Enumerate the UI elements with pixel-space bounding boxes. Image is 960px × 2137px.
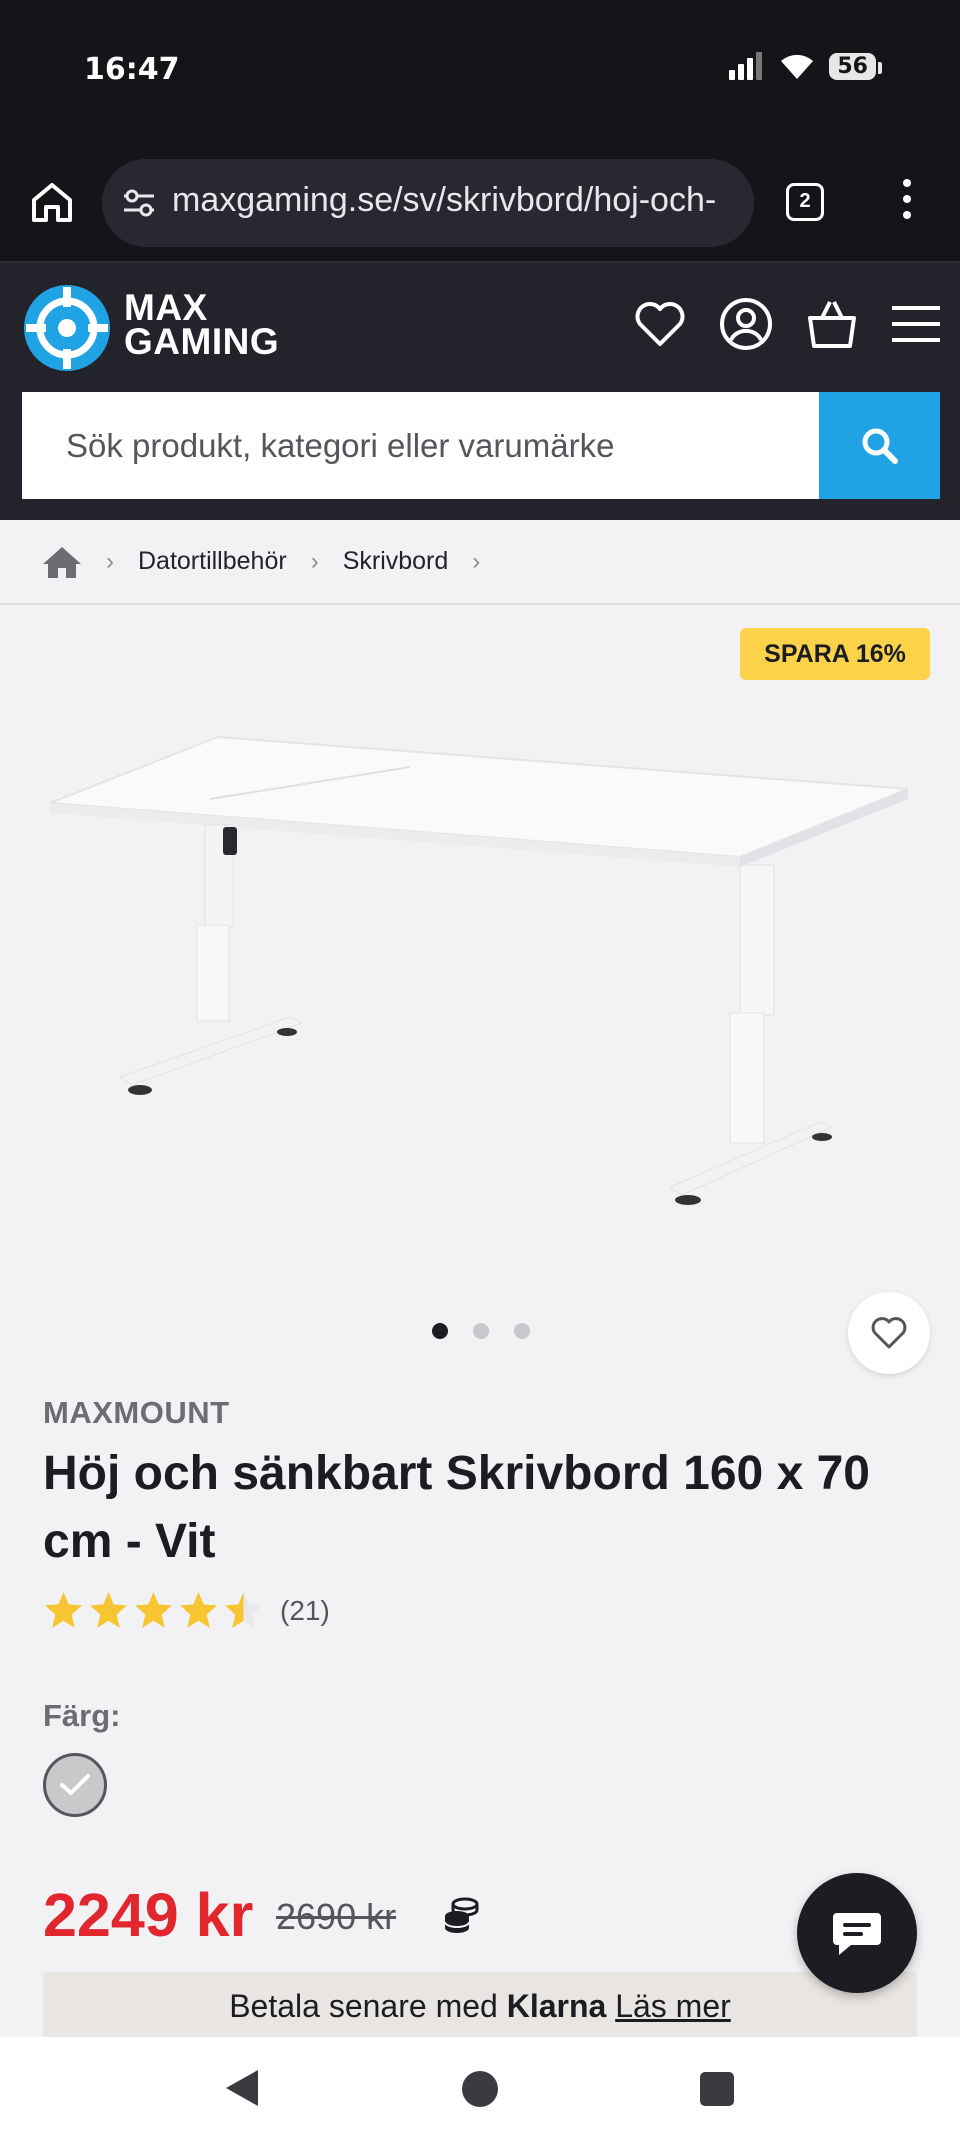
system-navigation-bar [0,2037,960,2137]
site-settings-icon[interactable] [122,187,156,219]
breadcrumb-home-icon[interactable] [42,544,82,580]
product-title: Höj och sänkbart Skrivbord 160 x 70 cm -… [43,1447,870,1568]
cart-bag-icon[interactable] [804,296,860,352]
status-icons: 56 [727,52,882,80]
product-gallery[interactable]: SPARA 16% [0,607,960,1374]
battery-indicator: 56 [829,52,882,80]
star-full-icon [45,1592,82,1628]
heart-icon [871,1317,907,1349]
maxgaming-logo-icon[interactable] [22,283,112,373]
system-home-icon[interactable] [462,2071,498,2107]
product-price: 2249 kr [43,1881,254,1949]
chevron-right-icon: › [472,547,481,575]
color-label: Färg: [43,1698,121,1733]
gallery-dot-3[interactable] [514,1323,530,1339]
star-half-icon [225,1592,262,1628]
original-price: 2690 kr [276,1896,397,1937]
klarna-brand: Klarna [506,1988,607,2024]
logo-line-1: MAX [124,287,208,328]
logo-line-2: GAMING [124,321,280,362]
site-logo-text[interactable]: MAX GAMING [124,287,280,362]
gallery-dot-2[interactable] [473,1323,489,1339]
status-time: 16:47 [84,52,180,87]
breadcrumb: › Datortillbehör › Skrivbord › [0,520,960,605]
browser-menu-icon[interactable] [892,179,922,225]
breadcrumb-item-datortillbehor[interactable]: Datortillbehör [138,547,287,576]
star-full-icon [135,1592,172,1628]
chat-button[interactable] [797,1873,917,1993]
tab-switcher-button[interactable]: 2 [786,183,824,221]
address-bar[interactable]: maxgaming.se/sv/skrivbord/hoj-och- [102,159,754,247]
status-bar: 16:47 56 [0,0,960,145]
gallery-pagination [432,1323,530,1339]
site-header: MAX GAMING [0,263,960,520]
coins-icon[interactable] [441,1896,481,1936]
hamburger-menu-icon[interactable] [888,296,944,352]
star-full-icon [180,1592,217,1628]
search-input[interactable] [22,392,819,499]
signal-icon [729,52,763,80]
product-brand[interactable]: MAXMOUNT [43,1395,230,1431]
chevron-right-icon: › [106,547,114,575]
star-full-icon [90,1592,127,1628]
klarna-banner: Betala senare med Klarna Läs mer [43,1972,917,2037]
checkmark-icon [60,1774,90,1795]
color-swatch-white[interactable] [43,1753,107,1817]
home-icon[interactable] [30,180,74,224]
klarna-text: Betala senare med [229,1988,498,2024]
add-to-wishlist-button[interactable] [848,1292,930,1374]
klarna-read-more-link[interactable]: Läs mer [615,1988,731,2024]
search-button[interactable] [819,392,940,499]
product-rating[interactable]: (21) [43,1590,330,1631]
recent-apps-icon[interactable] [700,2072,734,2106]
browser-toolbar: maxgaming.se/sv/skrivbord/hoj-och- 2 [0,145,960,263]
chat-bubble-icon [833,1913,881,1955]
url-text: maxgaming.se/sv/skrivbord/hoj-och- [172,181,717,219]
product-image[interactable] [40,717,920,1307]
rating-count[interactable]: (21) [280,1595,330,1627]
gallery-dot-1[interactable] [432,1323,448,1339]
search-icon [862,428,898,464]
back-icon[interactable] [222,2068,262,2108]
search-bar [22,392,940,499]
chevron-right-icon: › [310,547,319,575]
breadcrumb-item-skrivbord[interactable]: Skrivbord [343,547,449,576]
discount-badge: SPARA 16% [740,628,930,680]
wifi-icon [781,54,814,79]
account-icon[interactable] [718,296,774,352]
wishlist-heart-icon[interactable] [632,296,688,352]
